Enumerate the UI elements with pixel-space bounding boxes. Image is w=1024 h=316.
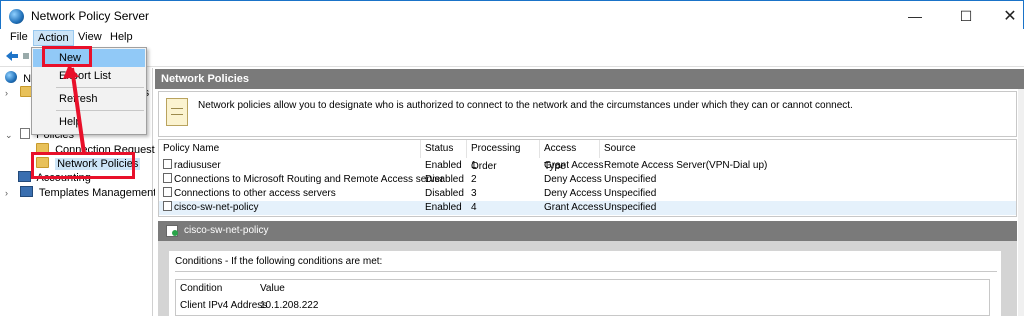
- detail-header: cisco-sw-net-policy: [158, 221, 1017, 241]
- accounting-icon: [18, 171, 31, 182]
- col-header-access-type[interactable]: Access Type: [540, 140, 600, 172]
- document-icon: [166, 98, 188, 126]
- globe-icon: [5, 71, 17, 83]
- menu-file[interactable]: File: [6, 30, 32, 46]
- policy-icon: [163, 173, 172, 183]
- conditions-title: Conditions - If the following conditions…: [175, 256, 383, 267]
- table-row[interactable]: radiususer Enabled 1 Grant Access Remote…: [159, 159, 1016, 173]
- toolbar: [0, 47, 1024, 67]
- title-bar: Network Policy Server — ☐ ✕: [0, 0, 1024, 30]
- table-row[interactable]: Connections to other access servers Disa…: [159, 187, 1016, 201]
- minimize-button[interactable]: —: [892, 1, 938, 31]
- menu-item-refresh[interactable]: Refresh: [33, 90, 145, 108]
- info-box: Network policies allow you to designate …: [158, 91, 1017, 137]
- forward-icon[interactable]: [23, 53, 29, 59]
- policy-icon: [163, 201, 172, 211]
- menu-help[interactable]: Help: [106, 30, 137, 46]
- policies-icon: [20, 128, 31, 139]
- detail-body: Conditions - If the following conditions…: [158, 241, 1017, 316]
- info-description: Network policies allow you to designate …: [198, 100, 853, 111]
- col-header-processing-order[interactable]: Processing Order: [467, 140, 540, 172]
- expand-chevron-icon[interactable]: ›: [5, 85, 17, 101]
- col-header-source[interactable]: Source: [600, 140, 1016, 158]
- templates-icon: [20, 186, 34, 197]
- nps-app-icon: [9, 9, 24, 24]
- results-pane: Network Policies Network policies allow …: [155, 69, 1024, 316]
- detail-title: cisco-sw-net-policy: [184, 225, 269, 236]
- policy-table: Policy Name Status Processing Order Acce…: [158, 139, 1017, 217]
- col-header-policy-name[interactable]: Policy Name: [159, 140, 421, 158]
- annotation-arrow-head: [61, 62, 79, 80]
- condition-value: 10.1.208.222: [260, 300, 319, 311]
- col-header-value: Value: [260, 283, 285, 294]
- policy-icon: [163, 187, 172, 197]
- col-header-status[interactable]: Status: [421, 140, 467, 158]
- expand-chevron-icon[interactable]: ›: [5, 185, 17, 201]
- condition-name: Client IPv4 Address: [180, 300, 268, 311]
- pane-header: Network Policies: [155, 69, 1024, 89]
- col-header-condition: Condition: [180, 283, 223, 294]
- highlight-box-network-policies: [31, 152, 135, 179]
- back-arrow-icon[interactable]: [6, 51, 18, 61]
- policy-enabled-icon: [166, 225, 178, 237]
- menu-separator: [56, 110, 144, 111]
- divider: [175, 271, 997, 272]
- menu-view[interactable]: View: [74, 30, 106, 46]
- table-row[interactable]: Connections to Microsoft Routing and Rem…: [159, 173, 1016, 187]
- menu-item-export-list[interactable]: Export List: [33, 67, 145, 85]
- menu-bar: File Action View Help: [0, 29, 1024, 47]
- conditions-panel: Conditions - If the following conditions…: [169, 251, 1001, 316]
- menu-action[interactable]: Action: [33, 30, 74, 46]
- policy-icon: [163, 159, 172, 169]
- tree-item-templates-management[interactable]: › Templates Management: [5, 185, 156, 201]
- collapse-chevron-icon[interactable]: ⌄: [5, 127, 17, 143]
- window-title: Network Policy Server: [31, 9, 150, 23]
- menu-item-help[interactable]: Help: [33, 113, 145, 131]
- table-row-selected[interactable]: cisco-sw-net-policy Enabled 4 Grant Acce…: [159, 201, 1016, 215]
- vertical-scrollbar[interactable]: [1018, 89, 1024, 316]
- close-button[interactable]: ✕: [987, 1, 1024, 31]
- maximize-button[interactable]: ☐: [943, 1, 989, 31]
- conditions-table: Condition Value Client IPv4 Address 10.1…: [175, 279, 990, 316]
- menu-separator: [56, 87, 144, 88]
